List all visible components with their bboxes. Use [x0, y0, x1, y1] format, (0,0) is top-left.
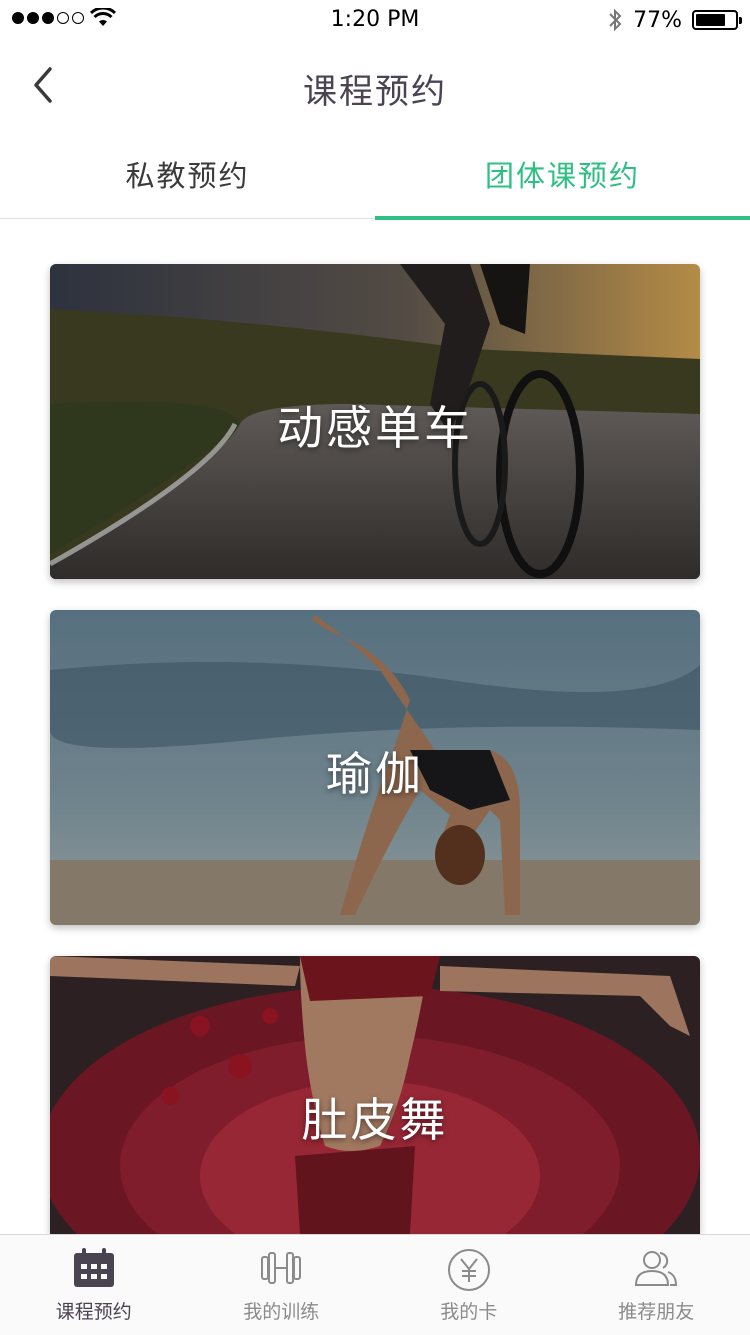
yen-circle-icon: [446, 1247, 492, 1293]
tab-label: 团体课预约: [485, 153, 640, 195]
navigation-bar: 课程预约: [0, 40, 750, 130]
tabbar-label: 我的卡: [375, 1297, 563, 1324]
tab-group-class[interactable]: 团体课预约: [375, 130, 750, 218]
status-bar: 1:20 PM 77%: [0, 0, 750, 40]
tabbar-label: 课程预约: [0, 1297, 188, 1324]
course-title: 瑜伽: [50, 738, 700, 804]
course-card-yoga[interactable]: 瑜伽: [50, 610, 700, 925]
battery-percent: 77%: [633, 8, 682, 33]
dumbbell-icon: [259, 1247, 303, 1289]
active-tab-indicator: [375, 216, 750, 220]
course-title: 肚皮舞: [50, 1084, 700, 1150]
tabbar-label: 我的训练: [188, 1297, 376, 1324]
tabbar-item-course-booking[interactable]: 课程预约: [0, 1235, 188, 1335]
segment-tabs: 私教预约 团体课预约: [0, 130, 750, 219]
battery-icon: [692, 10, 738, 30]
tab-label: 私教预约: [125, 153, 249, 195]
course-title: 动感单车: [50, 392, 700, 458]
course-card-spinning[interactable]: 动感单车: [50, 264, 700, 579]
friends-icon: [632, 1247, 680, 1289]
tabbar-item-my-training[interactable]: 我的训练: [188, 1235, 376, 1335]
page-title: 课程预约: [0, 64, 750, 113]
calendar-icon: [72, 1247, 116, 1289]
bottom-tab-bar: 课程预约 我的训练: [0, 1234, 750, 1335]
course-card-belly-dance[interactable]: 肚皮舞: [50, 956, 700, 1234]
tabbar-item-refer-friends[interactable]: 推荐朋友: [563, 1235, 750, 1335]
tab-private-coaching[interactable]: 私教预约: [0, 130, 375, 218]
bluetooth-icon: [607, 7, 623, 33]
tabbar-label: 推荐朋友: [563, 1297, 750, 1324]
tabbar-item-my-card[interactable]: 我的卡: [375, 1235, 563, 1335]
